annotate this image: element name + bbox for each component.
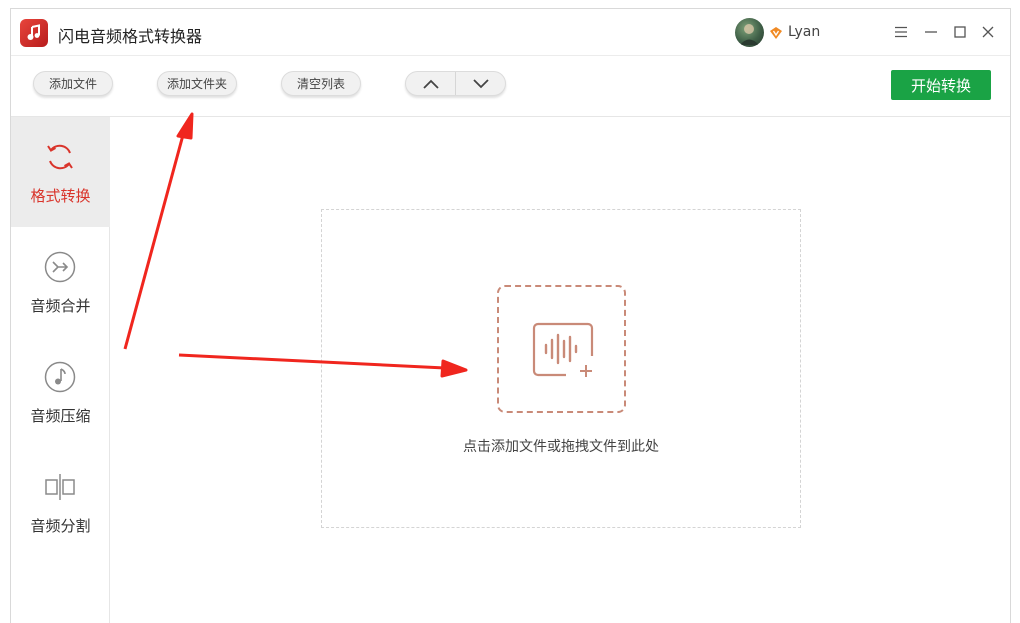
add-folder-button[interactable]: 添加文件夹 xyxy=(157,71,237,96)
close-icon[interactable] xyxy=(979,23,997,41)
title-bar: 闪电音频格式转换器 Lyan xyxy=(11,9,1010,56)
start-convert-button[interactable]: 开始转换 xyxy=(891,70,991,100)
add-audio-icon xyxy=(532,322,594,377)
sidebar-item-audio-merge[interactable]: 音频合并 xyxy=(11,227,110,337)
avatar[interactable] xyxy=(735,18,764,47)
sidebar-item-audio-compress[interactable]: 音频压缩 xyxy=(11,337,110,447)
move-buttons-group xyxy=(405,71,506,96)
file-drop-zone[interactable]: 点击添加文件或拖拽文件到此处 xyxy=(321,209,801,528)
compress-icon xyxy=(44,361,76,393)
app-title: 闪电音频格式转换器 xyxy=(58,27,203,46)
sidebar-item-label: 音频分割 xyxy=(30,517,91,535)
split-icon xyxy=(44,471,76,503)
merge-icon xyxy=(44,251,76,283)
clear-list-button[interactable]: 清空列表 xyxy=(281,71,361,96)
convert-icon xyxy=(44,141,76,173)
chevron-up-icon[interactable] xyxy=(406,72,455,95)
menu-icon[interactable] xyxy=(892,23,910,41)
sidebar-item-label: 音频合并 xyxy=(30,297,91,315)
minimize-icon[interactable] xyxy=(922,23,940,41)
sidebar: 格式转换 音频合并 音频压缩 音频分割 xyxy=(11,117,110,623)
music-note-icon xyxy=(20,19,48,47)
app-window: 闪电音频格式转换器 Lyan 添加文件 添加文件夹 清空列表 开始转换 格式转换… xyxy=(10,8,1011,623)
toolbar: 添加文件 添加文件夹 清空列表 开始转换 xyxy=(11,57,1010,117)
sidebar-item-format-convert[interactable]: 格式转换 xyxy=(11,117,110,227)
sidebar-item-label: 音频压缩 xyxy=(30,407,91,425)
add-audio-button[interactable] xyxy=(497,285,626,413)
drop-zone-hint: 点击添加文件或拖拽文件到此处 xyxy=(463,439,659,455)
sidebar-item-audio-split[interactable]: 音频分割 xyxy=(11,447,110,557)
add-file-button[interactable]: 添加文件 xyxy=(33,71,113,96)
chevron-down-icon[interactable] xyxy=(456,72,505,95)
user-name[interactable]: Lyan xyxy=(788,24,820,40)
vip-crown-icon xyxy=(769,25,783,44)
sidebar-item-label: 格式转换 xyxy=(30,187,91,205)
maximize-icon[interactable] xyxy=(951,23,969,41)
